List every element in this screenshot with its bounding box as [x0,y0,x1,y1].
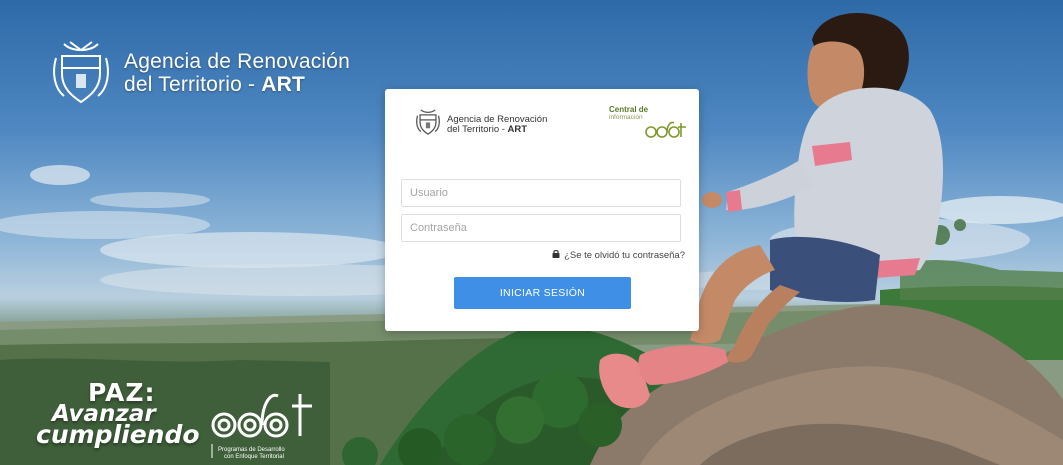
svg-text:Programas de Desarrollo: Programas de Desarrollo [218,447,285,453]
central-informacion-logo: Central de información [609,103,689,143]
central-subtitle: información [609,114,643,121]
agency-name-line2-prefix: del Territorio - [124,73,262,96]
forgot-password-label: ¿Se te olvidó tu contraseña? [564,249,685,261]
login-button[interactable]: INICIAR SESIÓN [454,277,631,309]
svg-text:con Enfoque Territorial: con Enfoque Territorial [224,454,284,460]
slogan-line3: cumpliendo [36,420,200,449]
paz-slogan: PAZ: Avanzar cumpliendo [36,378,200,449]
password-input[interactable] [401,214,681,242]
central-title: Central de [609,105,649,114]
coat-of-arms-icon [415,107,441,142]
forgot-password-link[interactable]: ¿Se te olvidó tu contraseña? [552,249,685,261]
card-agency-line2: del Territorio - ART [447,123,547,135]
login-page: Agencia de Renovación del Territorio - A… [0,0,1063,465]
agency-header-logo: Agencia de Renovación del Territorio - A… [50,38,350,108]
agency-name-acronym: ART [261,73,305,96]
username-input[interactable] [401,179,681,207]
agency-name-line1: Agencia de Renovación [124,50,351,73]
pdet-small-logo [645,121,686,138]
pdet-logo: Programas de Desarrollo con Enfoque Terr… [211,393,312,460]
login-card: Agencia de Renovación del Territorio - A… [385,89,699,331]
card-agency-acronym: ART [507,123,528,135]
card-agency-logo: Agencia de Renovación del Territorio - A… [415,107,547,142]
coat-of-arms-icon [50,38,112,108]
card-agency-line2-prefix: del Territorio - [447,123,508,135]
lock-icon [552,249,560,261]
agency-name-line2: del Territorio - ART [124,73,350,96]
